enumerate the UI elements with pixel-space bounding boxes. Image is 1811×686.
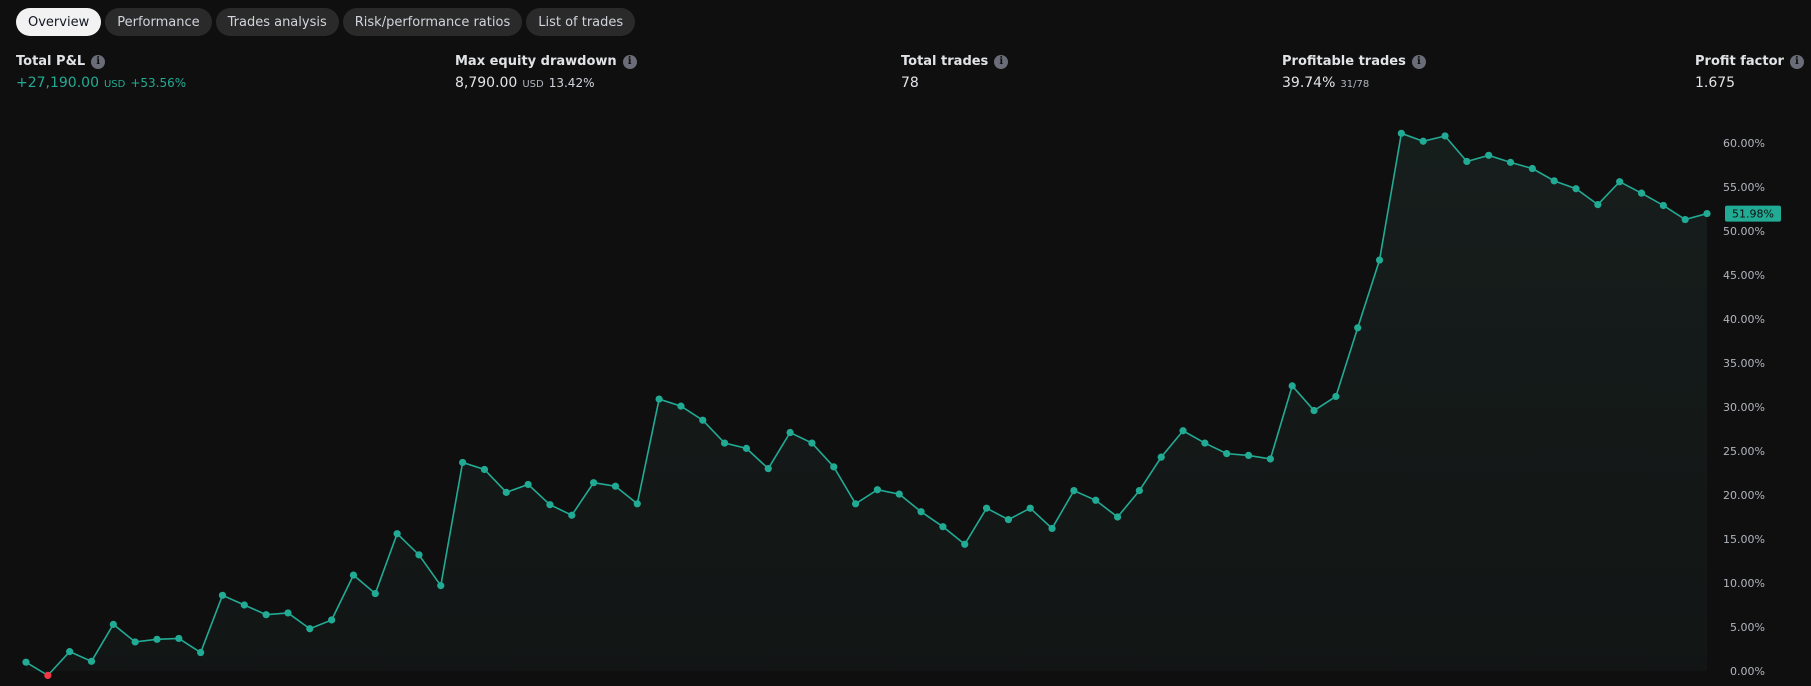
- data-point[interactable]: [175, 634, 183, 643]
- data-point[interactable]: [1572, 185, 1580, 193]
- data-point[interactable]: [131, 638, 139, 646]
- data-point[interactable]: [1135, 487, 1143, 495]
- data-point[interactable]: [1288, 382, 1296, 390]
- data-point[interactable]: [1616, 178, 1624, 186]
- data-point[interactable]: [240, 601, 248, 609]
- data-point[interactable]: [218, 591, 227, 599]
- data-point[interactable]: [437, 582, 445, 590]
- data-point[interactable]: [1397, 129, 1405, 137]
- data-point[interactable]: [1463, 157, 1471, 166]
- data-point[interactable]: [1594, 201, 1602, 209]
- y-tick-label: 20.00%: [1723, 489, 1765, 502]
- data-point[interactable]: [1004, 516, 1013, 524]
- data-point[interactable]: [982, 504, 991, 512]
- data-point[interactable]: [306, 625, 314, 633]
- data-point[interactable]: [786, 428, 794, 437]
- data-point[interactable]: [284, 609, 292, 617]
- data-point[interactable]: [568, 511, 576, 519]
- data-point[interactable]: [764, 465, 772, 473]
- data-point[interactable]: [1113, 513, 1122, 521]
- data-point[interactable]: [961, 540, 969, 548]
- data-point[interactable]: [524, 480, 532, 489]
- data-point[interactable]: [1179, 427, 1187, 435]
- y-tick-label: 45.00%: [1723, 269, 1765, 282]
- data-point[interactable]: [699, 416, 707, 424]
- data-point[interactable]: [1506, 158, 1515, 166]
- data-point[interactable]: [1332, 392, 1340, 401]
- equity-chart[interactable]: 0.00% 5.00% 10.00% 15.00% 20.00% 25.00% 30.00%…: [0, 0, 1811, 686]
- y-tick-label: 40.00%: [1723, 313, 1765, 326]
- data-point[interactable]: [1266, 455, 1274, 463]
- data-point[interactable]: [1703, 209, 1711, 218]
- data-point[interactable]: [1310, 406, 1318, 415]
- data-point[interactable]: [895, 490, 903, 498]
- data-point[interactable]: [1092, 496, 1100, 504]
- data-point[interactable]: [939, 523, 947, 531]
- y-tick-label: 25.00%: [1723, 445, 1765, 458]
- current-value-marker: 51.98%: [1725, 205, 1781, 222]
- y-tick-label: 55.00%: [1723, 181, 1765, 194]
- data-point[interactable]: [1354, 324, 1362, 332]
- area-fill: [26, 133, 1707, 676]
- data-point[interactable]: [371, 589, 379, 598]
- data-point[interactable]: [830, 463, 838, 471]
- y-tick-label: 0.00%: [1730, 665, 1765, 678]
- data-point[interactable]: [349, 571, 358, 579]
- data-point[interactable]: [1441, 132, 1449, 140]
- data-point[interactable]: [590, 479, 598, 487]
- data-point[interactable]: [677, 402, 685, 410]
- data-point[interactable]: [546, 501, 554, 509]
- data-point[interactable]: [262, 611, 270, 619]
- data-point[interactable]: [1659, 201, 1667, 210]
- data-point[interactable]: [393, 530, 401, 538]
- data-point[interactable]: [1048, 524, 1056, 533]
- data-point[interactable]: [87, 657, 96, 665]
- y-tick-label: 5.00%: [1730, 621, 1765, 634]
- data-point[interactable]: [153, 635, 161, 643]
- data-point[interactable]: [1681, 215, 1689, 224]
- y-tick-label: 10.00%: [1723, 577, 1765, 590]
- data-point[interactable]: [1201, 439, 1209, 447]
- data-point[interactable]: [1223, 450, 1231, 458]
- data-point[interactable]: [1375, 256, 1384, 264]
- data-point[interactable]: [44, 671, 52, 680]
- data-point[interactable]: [1637, 189, 1646, 197]
- data-point[interactable]: [1026, 504, 1034, 512]
- data-point[interactable]: [109, 620, 117, 628]
- data-point[interactable]: [1528, 164, 1536, 173]
- data-point[interactable]: [197, 648, 205, 657]
- data-point[interactable]: [1485, 151, 1493, 159]
- data-point[interactable]: [1550, 177, 1558, 185]
- data-point[interactable]: [873, 486, 882, 494]
- data-point[interactable]: [633, 500, 641, 508]
- data-point[interactable]: [459, 458, 467, 467]
- plot-area: [22, 129, 1711, 680]
- data-point[interactable]: [720, 439, 729, 447]
- y-tick-label: 15.00%: [1723, 533, 1765, 546]
- data-point[interactable]: [66, 648, 74, 656]
- y-tick-label: 35.00%: [1723, 357, 1765, 370]
- data-point[interactable]: [328, 616, 336, 624]
- data-point[interactable]: [22, 658, 30, 666]
- data-point[interactable]: [851, 500, 860, 508]
- data-point[interactable]: [917, 508, 925, 516]
- y-tick-label: 50.00%: [1723, 225, 1765, 238]
- y-tick-label: 60.00%: [1723, 137, 1765, 150]
- data-point[interactable]: [1419, 137, 1427, 145]
- data-point[interactable]: [1157, 453, 1165, 461]
- data-point[interactable]: [1244, 451, 1253, 459]
- current-value-label: 51.98%: [1732, 208, 1774, 221]
- data-point[interactable]: [480, 465, 489, 474]
- data-point[interactable]: [808, 439, 816, 447]
- data-point[interactable]: [502, 488, 510, 496]
- data-point[interactable]: [655, 395, 663, 403]
- data-point[interactable]: [742, 444, 751, 452]
- data-point[interactable]: [1070, 487, 1078, 495]
- data-point[interactable]: [611, 482, 620, 490]
- data-point[interactable]: [415, 551, 423, 559]
- y-tick-label: 30.00%: [1723, 401, 1765, 414]
